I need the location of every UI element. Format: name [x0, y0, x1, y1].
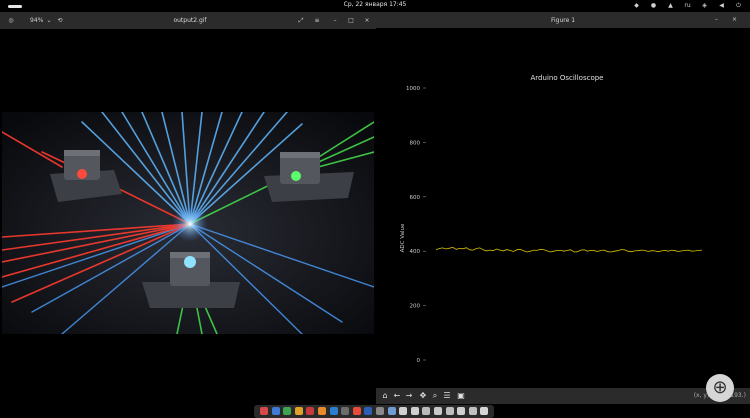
plot-window: Figure 1 – × Arduino Oscilloscope ADC Va… — [376, 12, 750, 404]
app-icon-4[interactable] — [294, 407, 303, 415]
y-tick-label: 400 — [410, 249, 421, 255]
y-axis: 0 200 400 600 800 1000 — [406, 86, 426, 364]
y-tick-label: 0 — [417, 358, 421, 364]
y-tick-label: 800 — [410, 140, 421, 146]
app-icon-16[interactable] — [434, 407, 442, 415]
network-icon[interactable]: ◈ — [701, 3, 708, 9]
viewer-headerbar: ◎ 94% ⌄ ⟲ output2.gif ⤢ ≡ – □ × — [0, 12, 376, 29]
zoom-rect-icon[interactable]: ⌕ — [430, 391, 440, 401]
minimize-icon[interactable]: – — [712, 15, 721, 24]
maximize-icon[interactable]: □ — [346, 16, 356, 25]
app-icon-7[interactable] — [329, 407, 338, 415]
app-icon-1[interactable] — [260, 407, 268, 415]
y-tick-label: 200 — [410, 304, 421, 310]
app-icon-2[interactable] — [271, 407, 280, 415]
laser-image — [2, 112, 374, 334]
magnifier-zoom-icon[interactable]: ⊕ — [706, 374, 734, 402]
close-icon[interactable]: × — [730, 15, 739, 24]
app-icon-18[interactable] — [457, 407, 466, 415]
power-icon[interactable]: ⏻ — [735, 3, 742, 9]
image-viewer-window: ◎ 94% ⌄ ⟲ output2.gif ⤢ ≡ – □ × — [0, 12, 376, 404]
app-icon-10[interactable] — [364, 407, 373, 415]
app-icon-19[interactable] — [468, 407, 477, 415]
y-tick-label: 600 — [410, 195, 421, 201]
app-icon-12[interactable] — [387, 407, 396, 415]
beam-crossing-glow — [172, 206, 208, 242]
oscilloscope-chart: Arduino Oscilloscope ADC Value 0 200 400 60… — [400, 74, 703, 364]
window-title: output2.gif — [173, 17, 207, 24]
app-icon-17[interactable] — [445, 407, 454, 415]
configure-subplots-icon[interactable]: ☰ — [442, 391, 452, 401]
menu-icon[interactable]: ≡ — [312, 16, 322, 25]
adc-value-line — [435, 246, 703, 253]
minimize-icon[interactable]: – — [330, 16, 340, 25]
shield-icon[interactable]: ▲ — [667, 3, 674, 9]
forward-arrow-icon[interactable]: → — [404, 391, 414, 401]
plot-toolbar: (x, y) = (…, 193.) ⌂←→✥⌕☰▣ — [376, 388, 750, 404]
steam-icon[interactable]: ● — [650, 3, 657, 9]
back-arrow-icon[interactable]: ← — [392, 391, 402, 401]
home-icon[interactable]: ⌂ — [380, 391, 390, 401]
fullscreen-icon[interactable]: ⤢ — [296, 16, 306, 25]
taskbar-dock — [254, 405, 494, 418]
app-icon-6[interactable] — [318, 407, 326, 415]
app-icon-15[interactable] — [422, 407, 431, 415]
y-axis-label: ADC Value — [400, 223, 406, 252]
telegram-icon[interactable]: ◆ — [633, 3, 640, 9]
app-icon-8[interactable] — [341, 407, 350, 415]
top-bar: Ср, 22 января 17:45 ◆ ● ▲ ru ◈ ◀ ⏻ — [0, 0, 750, 12]
app-icon-9[interactable] — [352, 407, 361, 415]
pan-icon[interactable]: ✥ — [418, 391, 428, 401]
app-icon-20[interactable] — [480, 407, 489, 415]
app-icon-11[interactable] — [376, 407, 384, 415]
close-icon[interactable]: × — [362, 16, 372, 25]
app-icon-13[interactable] — [399, 407, 408, 415]
figure-headerbar: Figure 1 – × — [376, 12, 750, 28]
rotate-icon[interactable]: ⟲ — [55, 16, 65, 25]
app-icon-5[interactable] — [306, 407, 315, 415]
window-title: Figure 1 — [550, 17, 576, 24]
data-series — [435, 246, 703, 253]
app-icon-3[interactable] — [283, 407, 292, 415]
volume-icon[interactable]: ◀ — [718, 3, 725, 9]
zoom-dropdown-icon[interactable]: ⌄ — [44, 16, 54, 25]
chart-title: Arduino Oscilloscope — [531, 74, 604, 82]
viewer-menu-icon[interactable]: ◎ — [6, 16, 16, 25]
app-icon-14[interactable] — [410, 407, 419, 415]
language-indicator[interactable]: ru — [684, 3, 691, 9]
y-tick-label: 1000 — [406, 86, 420, 92]
save-icon[interactable]: ▣ — [456, 391, 466, 401]
zoom-level[interactable]: 94% — [30, 16, 43, 25]
